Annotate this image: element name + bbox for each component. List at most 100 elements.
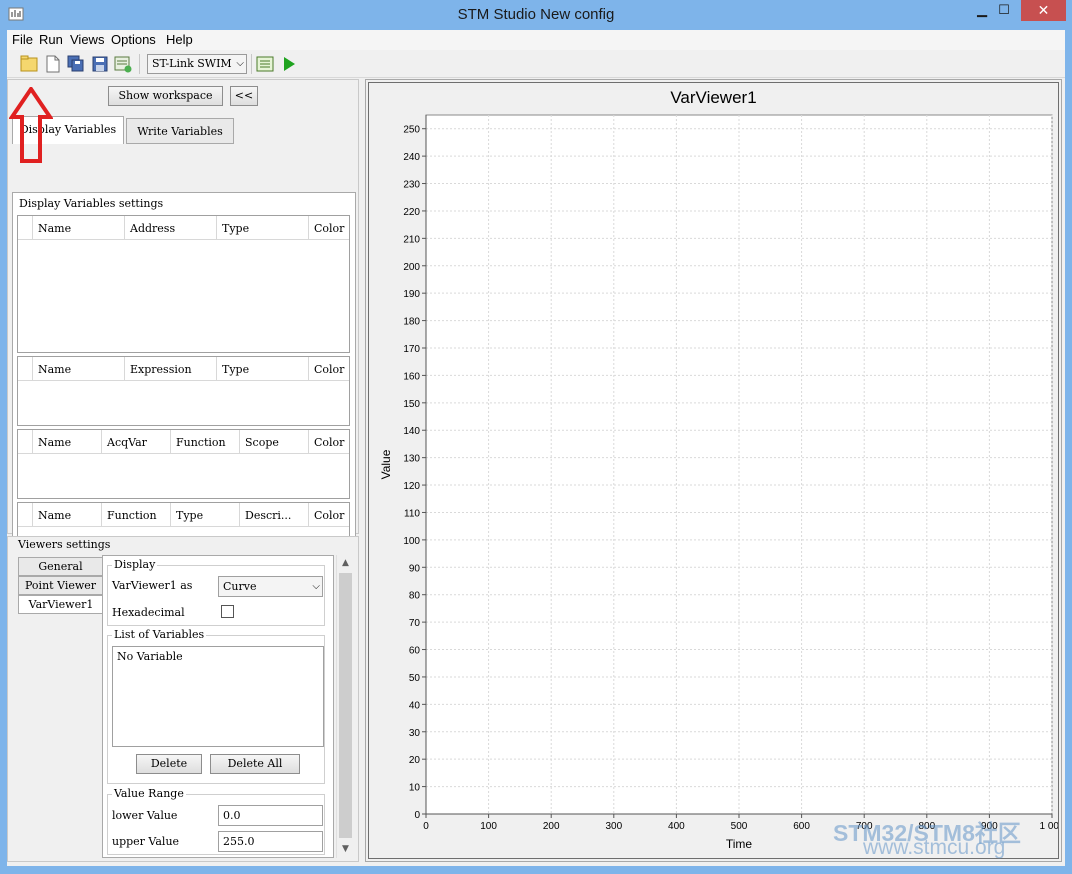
save-icon[interactable] (90, 54, 110, 74)
column-header[interactable]: Name (32, 216, 124, 240)
probe-select[interactable]: ST-Link SWIM ⌵ (147, 54, 247, 74)
open-config-icon[interactable] (19, 54, 39, 74)
close-button[interactable]: ✕ (1021, 0, 1066, 21)
y-tick-label: 90 (409, 563, 421, 574)
window-title: STM Studio New config (457, 6, 615, 23)
y-tick-label: 50 (409, 673, 421, 684)
value-range-title: Value Range (112, 787, 186, 800)
tab-write-variables[interactable]: Write Variables (126, 118, 234, 144)
column-header[interactable]: Name (32, 503, 101, 527)
y-tick-label: 210 (403, 234, 420, 245)
y-tick-label: 40 (409, 700, 421, 711)
viewer-type-value: Curve (223, 580, 257, 593)
workspace-panel: Show workspace << Display Variables Writ… (7, 79, 359, 580)
variables-list-title: List of Variables (112, 628, 207, 641)
upper-value-input[interactable]: 255.0 (218, 831, 323, 852)
acquisition-grid[interactable]: Name AcqVar Function Scope Color (17, 429, 350, 499)
maximize-button[interactable]: ☐ (990, 0, 1018, 22)
y-tick-label: 80 (409, 591, 421, 602)
x-tick-label: 0 (423, 821, 429, 832)
settings-icon[interactable] (255, 54, 275, 74)
y-tick-label: 0 (414, 810, 420, 821)
chart-panel: VarViewer1 0 10 20 30 40 50 60 70 80 90 100 110 120 1… (365, 79, 1062, 862)
column-header[interactable]: Scope (239, 430, 308, 454)
x-axis-label: Time (726, 837, 753, 851)
column-header[interactable]: Expression (124, 357, 216, 381)
collapse-button[interactable]: << (230, 86, 258, 106)
run-icon[interactable] (279, 54, 299, 74)
column-header[interactable]: Name (32, 430, 101, 454)
y-tick-label: 180 (403, 317, 420, 328)
watermark-url: www.stmcu.org (863, 836, 1006, 859)
viewer-tab-general[interactable]: General (18, 557, 103, 576)
probe-select-value: ST-Link SWIM (152, 57, 232, 70)
list-item[interactable]: No Variable (117, 649, 323, 665)
menu-help[interactable]: Help (166, 32, 193, 47)
viewer-tab-varviewer1[interactable]: VarViewer1 (18, 595, 103, 614)
viewer-tab-point-viewer[interactable]: Point Viewer (18, 576, 103, 595)
toolbar-separator (139, 54, 140, 74)
viewer-scrollbar[interactable]: ▲ ▼ (336, 555, 353, 858)
display-group-title: Display (112, 558, 158, 571)
y-tick-label: 10 (409, 783, 421, 794)
column-header[interactable]: Type (216, 357, 308, 381)
hexadecimal-checkbox[interactable] (221, 605, 234, 618)
y-tick-label: 30 (409, 728, 421, 739)
grid-corner (18, 357, 32, 381)
grid-header: Name AcqVar Function Scope Color (18, 430, 349, 454)
delete-all-button[interactable]: Delete All (210, 754, 300, 774)
scroll-up-icon[interactable]: ▲ (337, 555, 354, 572)
lower-value-input[interactable]: 0.0 (218, 805, 323, 826)
menu-options[interactable]: Options (111, 32, 156, 47)
y-tick-label: 150 (403, 399, 420, 410)
chart-area: VarViewer1 0 10 20 30 40 50 60 70 80 90 100 110 120 1… (368, 82, 1059, 859)
column-header[interactable]: Color (308, 216, 351, 240)
delete-button[interactable]: Delete (136, 754, 202, 774)
column-header[interactable]: Type (216, 216, 308, 240)
y-tick-label: 190 (403, 289, 420, 300)
y-tick-label: 100 (403, 536, 420, 547)
x-tick-label: 200 (543, 821, 560, 832)
y-tick-label: 230 (403, 180, 420, 191)
x-tick-label: 400 (668, 821, 685, 832)
new-config-icon[interactable] (43, 54, 63, 74)
menu-file[interactable]: File (12, 32, 33, 47)
grid-corner (18, 503, 32, 527)
y-tick-label: 240 (403, 152, 420, 163)
column-header[interactable]: Function (101, 503, 170, 527)
viewer-as-label: VarViewer1 as (112, 579, 193, 592)
lower-value-label: lower Value (112, 809, 178, 822)
column-header[interactable]: Color (308, 430, 351, 454)
viewer-type-select[interactable]: Curve ⌵ (218, 576, 323, 597)
column-header[interactable]: Address (124, 216, 216, 240)
x-tick-label: 300 (605, 821, 622, 832)
client-area: File Run Views Options Help ST-Link SWIM… (7, 30, 1065, 866)
y-axis-label: Value (379, 449, 393, 479)
export-icon[interactable] (113, 54, 133, 74)
save-all-icon[interactable] (66, 54, 86, 74)
y-tick-label: 250 (403, 125, 420, 136)
show-workspace-button[interactable]: Show workspace (108, 86, 223, 106)
chart-svg: 0 10 20 30 40 50 60 70 80 90 100 110 120 130 140 150 160… (379, 114, 1058, 851)
arrow-up-icon (9, 87, 53, 163)
menu-run[interactable]: Run (39, 32, 63, 47)
column-header[interactable]: Descri... (239, 503, 308, 527)
column-header[interactable]: Color (308, 357, 351, 381)
column-header[interactable]: AcqVar (101, 430, 170, 454)
y-tick-label: 140 (403, 426, 420, 437)
scroll-down-icon[interactable]: ▼ (337, 841, 354, 858)
viewer-settings-pane: Display VarViewer1 as Curve ⌵ Hexadecima… (102, 555, 334, 858)
y-tick-label: 110 (404, 508, 420, 519)
column-header[interactable]: Type (170, 503, 239, 527)
column-header[interactable]: Color (308, 503, 351, 527)
column-header[interactable]: Name (32, 357, 124, 381)
app-window: STM Studio New config ▁ ☐ ✕ File Run Vie… (0, 0, 1072, 874)
variables-list[interactable]: No Variable (112, 646, 324, 747)
scroll-thumb[interactable] (339, 573, 352, 838)
title-bar[interactable]: STM Studio New config ▁ ☐ ✕ (0, 0, 1072, 30)
menu-views[interactable]: Views (70, 32, 104, 47)
display-group: Display VarViewer1 as Curve ⌵ Hexadecima… (107, 558, 325, 626)
variables-grid[interactable]: Name Address Type Color (17, 215, 350, 353)
column-header[interactable]: Function (170, 430, 239, 454)
expressions-grid[interactable]: Name Expression Type Color (17, 356, 350, 426)
